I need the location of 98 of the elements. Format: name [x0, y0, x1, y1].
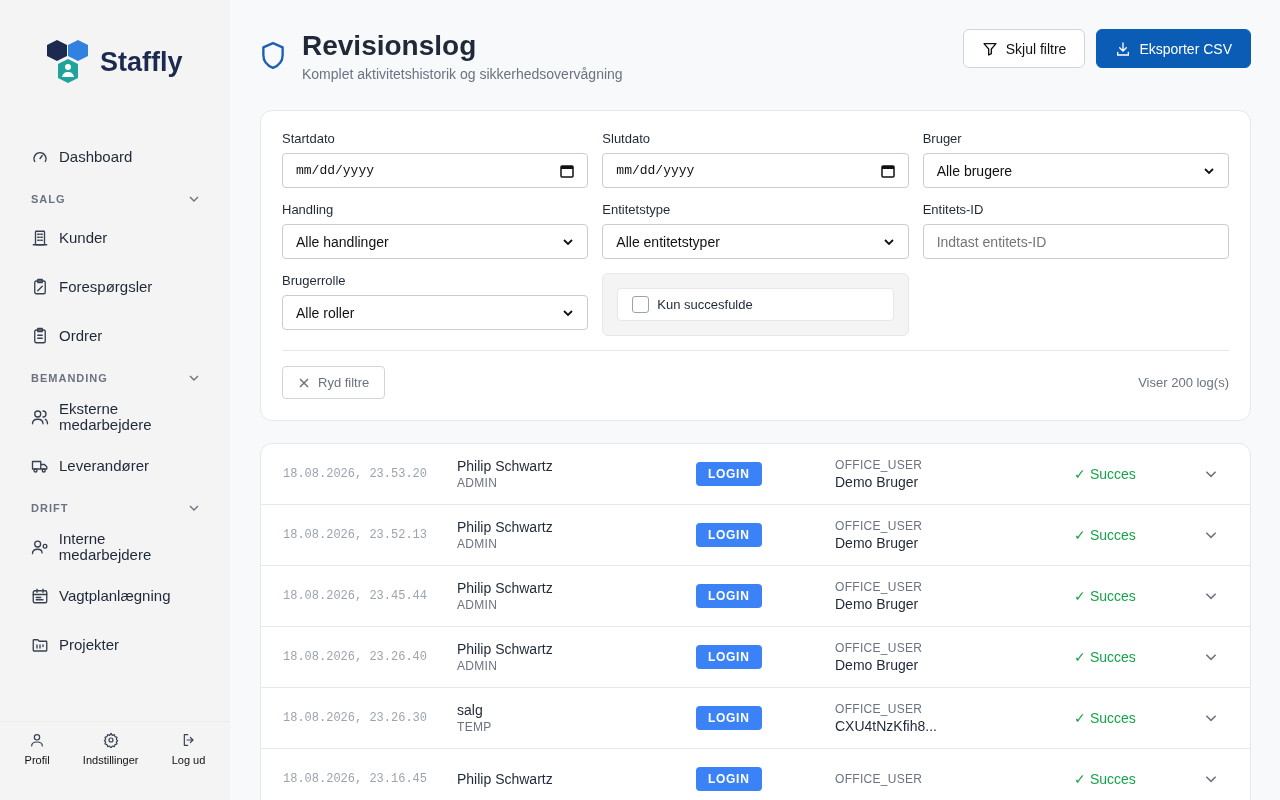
- sidebar-item[interactable]: Ordrer: [31, 311, 200, 360]
- select-field[interactable]: Alle handlinger: [282, 224, 589, 259]
- log-row[interactable]: 18.08.2026, 23.26.30 salg TEMP LOGIN OFFICE_USER CXU4tNzKfih8... ✓ Succes: [261, 688, 1250, 749]
- user-name: Philip Schwartz: [457, 641, 554, 657]
- building-icon: [31, 228, 49, 247]
- action-badge: LOGIN: [696, 706, 762, 730]
- select-field[interactable]: Alle roller: [282, 295, 589, 330]
- field-label: Slutdato: [602, 131, 652, 146]
- footer-link[interactable]: Log ud: [171, 732, 206, 766]
- page-subtitle: Komplet aktivitetshistorik og sikkerhedsovervågning: [302, 66, 624, 82]
- select-field[interactable]: Alle brugere: [922, 153, 1229, 188]
- close-icon: [298, 376, 310, 389]
- action-badge: LOGIN: [696, 584, 762, 608]
- page-title: Revisionslog: [302, 30, 478, 62]
- sidebar-item[interactable]: Kunder: [31, 213, 200, 262]
- action-badge: LOGIN: [696, 645, 762, 669]
- section-label: BEMANDING: [31, 372, 108, 384]
- user-name: salg: [457, 702, 484, 718]
- clear-button[interactable]: Ryd filtre: [282, 366, 386, 399]
- section-label: SALG: [31, 193, 66, 205]
- field-label: Bruger: [922, 131, 963, 146]
- sidebar-item[interactable]: Forespørgsler: [31, 262, 200, 311]
- result-count: Viser 200 log(s): [1138, 375, 1229, 390]
- log-row[interactable]: 18.08.2026, 23.45.44 Philip Schwartz ADMIN LOGIN OFFICE_USER Demo Bruger ✓ Succes: [261, 566, 1250, 627]
- entity-type: OFFICE_USER: [835, 772, 924, 786]
- calendar-icon: [560, 163, 575, 178]
- status-text: ✓ Succes: [1074, 466, 1137, 482]
- status-text: ✓ Succes: [1074, 527, 1137, 543]
- log-row[interactable]: 18.08.2026, 23.52.13 Philip Schwartz ADMIN LOGIN OFFICE_USER Demo Bruger ✓ Succes: [261, 505, 1250, 566]
- sidebar-item[interactable]: Eksterne medarbejdere: [31, 392, 200, 441]
- user-role: ADMIN: [457, 537, 499, 551]
- timestamp: 18.08.2026, 23.52.13: [283, 528, 429, 542]
- timestamp: 18.08.2026, 23.26.30: [283, 711, 429, 725]
- entity-type: OFFICE_USER: [835, 702, 924, 716]
- user-role: ADMIN: [457, 598, 499, 612]
- shield-icon: [260, 41, 286, 71]
- user-name: Philip Schwartz: [457, 458, 554, 474]
- settings-icon: [102, 732, 119, 748]
- users-icon: [31, 407, 49, 426]
- brand-name: Staffly: [100, 46, 183, 78]
- user-role: ADMIN: [457, 659, 499, 673]
- section-label: DRIFT: [31, 502, 69, 514]
- timestamp: 18.08.2026, 23.16.45: [283, 772, 429, 786]
- field-label: Entitets-ID: [922, 202, 985, 217]
- action-badge: LOGIN: [696, 523, 762, 547]
- sidebar-item[interactable]: Leverandører: [31, 441, 200, 490]
- timestamp: 18.08.2026, 23.53.20: [283, 467, 429, 481]
- entity-type: OFFICE_USER: [835, 641, 924, 655]
- footer-link[interactable]: Profil: [24, 732, 50, 766]
- field-label: Handling: [282, 202, 335, 217]
- clipboard-icon: [31, 277, 49, 296]
- download-icon: [1115, 40, 1132, 57]
- entity-name: Demo Bruger: [835, 596, 920, 612]
- log-row[interactable]: 18.08.2026, 23.26.40 Philip Schwartz ADMIN LOGIN OFFICE_USER Demo Bruger ✓ Succes: [261, 627, 1250, 688]
- action-badge: LOGIN: [696, 767, 762, 791]
- sidebar-item[interactable]: Vagtplanlægning: [31, 571, 200, 620]
- status-text: ✓ Succes: [1074, 771, 1137, 787]
- sidebar-item[interactable]: Projekter: [31, 620, 200, 669]
- clipboard-icon: [31, 326, 49, 345]
- status-text: ✓ Succes: [1074, 588, 1137, 604]
- input-field[interactable]: Indtast entitets-ID: [922, 224, 1229, 259]
- entity-name: CXU4tNzKfih8...: [835, 718, 938, 734]
- calendar-icon: [880, 163, 895, 178]
- checkbox-field[interactable]: Kun succesfulde: [617, 288, 894, 321]
- user-role: ADMIN: [457, 476, 499, 490]
- filter-icon: [981, 40, 998, 57]
- timestamp: 18.08.2026, 23.45.44: [283, 589, 429, 603]
- entity-name: Demo Bruger: [835, 474, 920, 490]
- user-name: Philip Schwartz: [457, 580, 554, 596]
- filter-button[interactable]: Skjul filtre: [962, 29, 1086, 68]
- select-field[interactable]: Alle entitetstyper: [602, 224, 909, 259]
- entity-name: Demo Bruger: [835, 535, 920, 551]
- checkbox[interactable]: [632, 296, 650, 313]
- entity-name: Demo Bruger: [835, 657, 920, 673]
- footer-link[interactable]: Indstillinger: [82, 732, 139, 766]
- field-label: Entitetstype: [602, 202, 672, 217]
- status-text: ✓ Succes: [1074, 649, 1137, 665]
- action-badge: LOGIN: [696, 462, 762, 486]
- field-label: Brugerrolle: [282, 273, 347, 288]
- user-icon: [29, 732, 46, 748]
- log-row[interactable]: 18.08.2026, 23.53.20 Philip Schwartz ADMIN LOGIN OFFICE_USER Demo Bruger ✓ Succes: [261, 444, 1250, 505]
- sidebar-item[interactable]: Dashboard: [31, 132, 200, 181]
- export-button[interactable]: Eksporter CSV: [1096, 29, 1251, 68]
- user-name: Philip Schwartz: [457, 771, 554, 787]
- user-role: TEMP: [457, 720, 493, 734]
- status-text: ✓ Succes: [1074, 710, 1137, 726]
- user-name: Philip Schwartz: [457, 519, 554, 535]
- date-field[interactable]: mm/dd/yyyy: [602, 153, 909, 188]
- entity-type: OFFICE_USER: [835, 458, 924, 472]
- user-gear-icon: [31, 537, 49, 556]
- timestamp: 18.08.2026, 23.26.40: [283, 650, 429, 664]
- entity-type: OFFICE_USER: [835, 519, 924, 533]
- entity-type: OFFICE_USER: [835, 580, 924, 594]
- date-field[interactable]: mm/dd/yyyy: [282, 153, 589, 188]
- calendar-icon: [31, 586, 49, 605]
- field-label: Startdato: [282, 131, 336, 146]
- sidebar-item[interactable]: Interne medarbejdere: [31, 522, 200, 571]
- log-row[interactable]: 18.08.2026, 23.16.45 Philip Schwartz LOGIN OFFICE_USER ✓ Succes: [261, 749, 1250, 800]
